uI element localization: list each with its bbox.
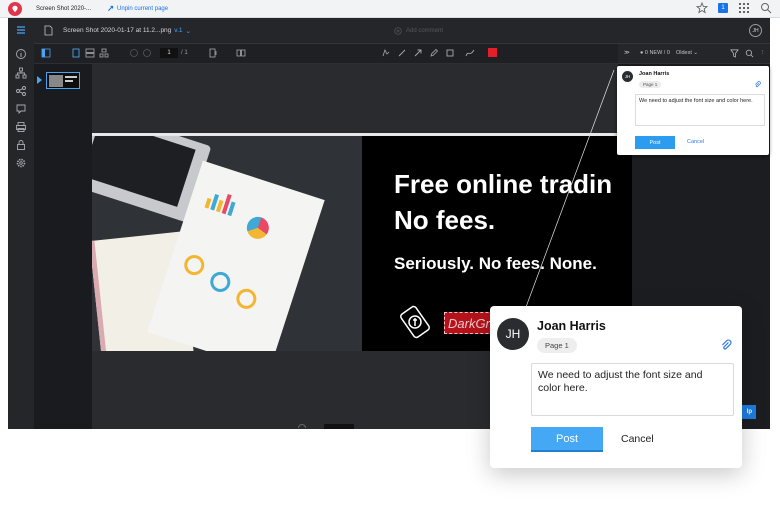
comment-page-tag[interactable]: Page 1 (639, 81, 662, 88)
double-page-icon[interactable] (85, 48, 95, 58)
add-comment-label: Add comment (406, 28, 444, 34)
zoom-controls[interactable] (258, 424, 438, 430)
fit-page-icon[interactable] (208, 48, 218, 58)
file-icon (44, 25, 53, 36)
comment-author-avatar: JH (622, 71, 633, 82)
zoomed-author-avatar: JH (497, 318, 529, 350)
comment-icon[interactable] (15, 103, 27, 115)
sidebar-toggle-icon[interactable] (41, 48, 51, 58)
unpin-page-link[interactable]: Unpin current page (107, 5, 168, 12)
ad-photo (92, 136, 362, 351)
panel-search-icon[interactable] (745, 49, 754, 58)
sort-label: Oldest (676, 50, 692, 56)
ad-subline: Seriously. No fees. None. (394, 254, 597, 273)
headline-line-1: Free online tradin (394, 169, 613, 199)
pin-icon (108, 5, 114, 11)
tab-title[interactable]: Screen Shot 2020-... (36, 6, 91, 12)
rotate-left-icon[interactable] (129, 48, 139, 58)
book-view-icon[interactable] (236, 48, 246, 58)
zoomed-cancel-button[interactable]: Cancel (621, 433, 654, 445)
print-icon[interactable] (15, 121, 27, 133)
filename-label: Screen Shot 2020-01-17 at 11.2...png (63, 27, 172, 34)
line-tool-icon[interactable] (397, 48, 407, 58)
single-page-icon[interactable] (71, 48, 81, 58)
hierarchy-icon[interactable] (15, 67, 27, 79)
color-picker-swatch[interactable] (488, 48, 497, 57)
add-circle-icon (394, 27, 402, 35)
menu-icon[interactable] (15, 24, 27, 36)
cancel-button[interactable]: Cancel (687, 139, 704, 145)
settings-icon[interactable] (15, 157, 27, 169)
star-icon[interactable] (696, 2, 708, 14)
pen-tool-icon[interactable] (429, 48, 439, 58)
zoomed-page-tag[interactable]: Page 1 (537, 338, 577, 353)
left-nav (8, 18, 34, 429)
chevron-down-icon: ⌄ (185, 28, 191, 35)
thumbnail-panel (34, 64, 92, 429)
version-dropdown[interactable]: v.1 (174, 27, 182, 35)
sort-dropdown[interactable]: Oldest ⌄ (676, 50, 698, 56)
collapse-panel-icon[interactable]: ≫ (624, 50, 630, 56)
document-header: Screen Shot 2020-01-17 at 11.2...png v.1… (34, 18, 770, 44)
current-page-indicator-icon (37, 76, 42, 84)
comment-author-name: Joan Harris (639, 71, 670, 77)
headline-line-2: No fees. (394, 205, 496, 235)
coin-phone-icon (400, 305, 430, 339)
freehand-tool-icon[interactable] (465, 48, 475, 58)
new-comments-filter[interactable]: ● 0 NEW / 0 (640, 50, 670, 56)
filter-icon[interactable] (730, 49, 739, 58)
notification-badge[interactable]: 1 (718, 3, 728, 13)
zoomed-comment-textarea[interactable]: We need to adjust the font size and colo… (531, 363, 734, 416)
viewer-toolbar: 1 / 1 (34, 44, 618, 64)
comments-panel-header: ≫ ● 0 NEW / 0 Oldest ⌄ ⋮ (618, 44, 770, 64)
compare-icon[interactable] (99, 48, 109, 58)
more-options-icon[interactable]: ⋮ (760, 50, 766, 56)
select-tool-icon[interactable] (381, 48, 391, 58)
zoomed-comment-card: JH Joan Harris Page 1 We need to adjust … (490, 306, 742, 468)
user-avatar[interactable]: JH (749, 24, 762, 37)
post-button[interactable]: Post (635, 136, 675, 149)
page-total-label: / 1 (181, 50, 188, 56)
lock-icon[interactable] (15, 139, 27, 151)
zoomed-author-name: Joan Harris (537, 319, 606, 333)
comment-textarea[interactable]: We need to adjust the font size and colo… (635, 94, 765, 126)
comment-card: JH Joan Harris Page 1 We need to adjust … (617, 66, 769, 155)
document-title[interactable]: Screen Shot 2020-01-17 at 11.2...png v.1… (63, 27, 191, 35)
info-icon[interactable] (15, 48, 27, 60)
browser-tab-bar: Screen Shot 2020-... Unpin current page … (0, 0, 780, 18)
paperclip-icon[interactable] (754, 81, 761, 88)
ad-headline: Free online tradin No fees. (394, 166, 612, 238)
zoomed-post-button[interactable]: Post (531, 427, 603, 452)
add-comment-button[interactable]: Add comment (394, 27, 443, 35)
rotate-right-icon[interactable] (142, 48, 152, 58)
search-icon[interactable] (760, 2, 772, 14)
unpin-label: Unpin current page (117, 5, 169, 12)
filter-label: 0 NEW / 0 (644, 50, 670, 56)
arrow-tool-icon[interactable] (413, 48, 423, 58)
page-thumbnail[interactable] (46, 72, 80, 89)
apps-grid-icon[interactable] (738, 2, 750, 14)
app-logo-icon[interactable] (8, 1, 22, 16)
rectangle-tool-icon[interactable] (445, 48, 455, 58)
share-icon[interactable] (15, 85, 27, 97)
page-number-input[interactable]: 1 (160, 48, 178, 58)
zoomed-paperclip-icon[interactable] (720, 339, 732, 351)
